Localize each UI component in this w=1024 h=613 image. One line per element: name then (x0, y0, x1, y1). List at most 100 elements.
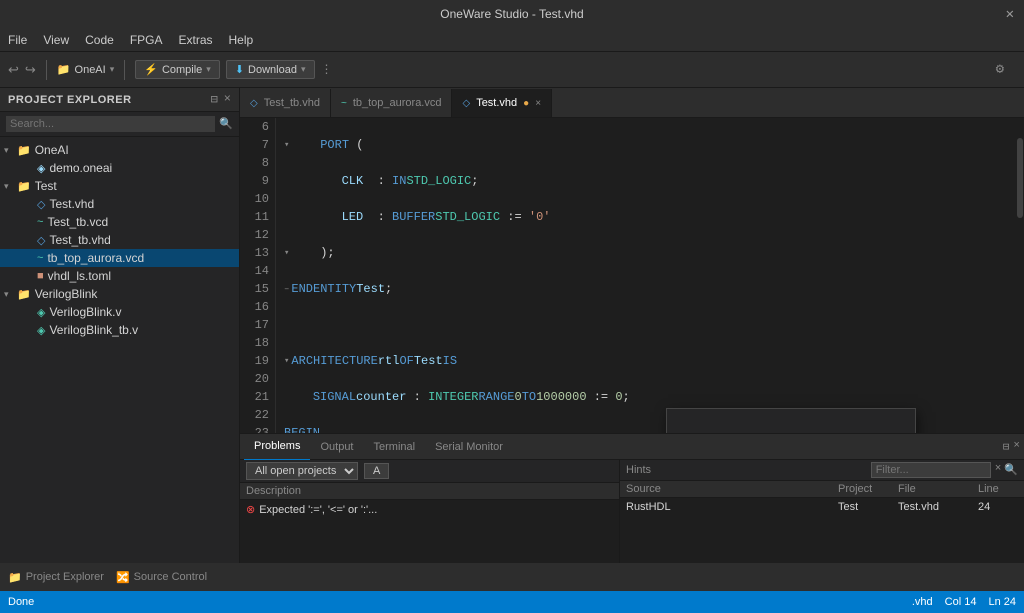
tree-label: vhdl_ls.toml (48, 269, 111, 283)
panel-close-icon[interactable]: × (1013, 440, 1020, 454)
problem-file: Test.vhd (898, 501, 978, 513)
problems-right-toolbar: Hints × 🔍 (620, 460, 1024, 481)
menu-code[interactable]: Code (85, 33, 114, 47)
line-numbers: 6 7 8 9 10 11 12 13 14 15 16 17 18 19 20… (240, 118, 276, 433)
bottom-tabs: Problems Output Terminal Serial Monitor … (240, 434, 1024, 460)
tree-item-test-vhd[interactable]: ◇ Test.vhd (0, 195, 239, 213)
folder-icon: 📁 (17, 180, 31, 193)
tree-item-test-tb-vhd[interactable]: ◇ Test_tb.vhd (0, 231, 239, 249)
menu-help[interactable]: Help (229, 33, 254, 47)
sidebar: PROJECT EXPLORER ⊟ × 🔍 ▾ 📁 OneAI ◈ demo.… (0, 88, 240, 563)
tree-item-test-folder[interactable]: ▾ 📁 Test (0, 177, 239, 195)
error-icon: ⊗ (246, 503, 255, 516)
tree-label: demo.oneai (49, 161, 112, 175)
gear-icon[interactable]: ⚙ (996, 61, 1004, 78)
undo-button[interactable]: ↩ (8, 62, 19, 78)
problem-source: RustHDL (626, 501, 838, 513)
tree-item-verilogblink-folder[interactable]: ▾ 📁 VerilogBlink (0, 285, 239, 303)
bottom-tab-problems[interactable]: Problems (244, 434, 310, 460)
activity-bar-bottom: 📁 Project Explorer 🔀 Source Control (0, 563, 1024, 591)
redo-button[interactable]: ↪ (25, 62, 36, 78)
compile-icon: ⚡ (144, 63, 158, 76)
tab-icon: ◇ (462, 98, 470, 109)
tree-label: VerilogBlink (35, 287, 98, 301)
status-ln: Ln 24 (988, 596, 1016, 608)
hints-label: Hints (626, 464, 651, 476)
autocomplete-popup[interactable]: ⚡ CLK ⚡ counter C C136 C C154 (666, 408, 916, 433)
bottom-tab-terminal[interactable]: Terminal (364, 434, 426, 460)
bottom-layout: All open projects A Description ⊗ Expect… (240, 460, 1024, 563)
tree-item-demo-oneai[interactable]: ◈ demo.oneai (0, 159, 239, 177)
filter-search-icon[interactable]: 🔍 (1004, 463, 1018, 477)
tree-item-oneai-folder[interactable]: ▾ 📁 OneAI (0, 141, 239, 159)
panel-pin-icon[interactable]: ⊟ (1003, 440, 1010, 454)
folder-icon: 📁 (17, 144, 31, 157)
scrollbar-right[interactable] (1016, 118, 1024, 433)
tree-item-tb-top-aurora[interactable]: ~ tb_top_aurora.vcd (0, 249, 239, 267)
tree-arrow: ▾ (4, 181, 14, 192)
project-explorer-label: Project Explorer (26, 571, 104, 583)
compile-button[interactable]: ⚡ Compile ▾ (135, 60, 220, 79)
tree-item-verilogblink-tb-v[interactable]: ◈ VerilogBlink_tb.v (0, 321, 239, 339)
tab-label: tb_top_aurora.vcd (353, 97, 442, 109)
tab-tb-top-aurora-vcd[interactable]: ~ tb_top_aurora.vcd (331, 89, 453, 117)
project-selector[interactable]: 📁 OneAI ▾ (57, 63, 114, 76)
tab-label: Test.vhd (476, 97, 517, 109)
problem-line: 24 (978, 501, 1018, 513)
source-control-label: Source Control (134, 571, 207, 583)
folder-icon: 📁 (17, 288, 31, 301)
code-editor[interactable]: 6 7 8 9 10 11 12 13 14 15 16 17 18 19 20… (240, 118, 1024, 433)
bottom-tab-output[interactable]: Output (310, 434, 363, 460)
status-ext: .vhd (912, 596, 933, 608)
tab-test-vhd[interactable]: ◇ Test.vhd ● × (452, 89, 552, 117)
editor-area: ◇ Test_tb.vhd ~ tb_top_aurora.vcd ◇ Test… (240, 88, 1024, 563)
tree-item-test-tb-vcd[interactable]: ~ Test_tb.vcd (0, 213, 239, 231)
toolbar-inner: ↩ ↪ 📁 OneAI ▾ ⚡ Compile ▾ ⬇ Download ▾ ⋮… (8, 60, 1016, 80)
code-line-6: ▾ PORT ( (284, 136, 1008, 154)
code-line-7: CLK : IN STD_LOGIC; (284, 172, 1008, 190)
tree-label: Test_tb.vhd (49, 233, 110, 247)
tree-item-vhdl-ls-toml[interactable]: ■ vhdl_ls.toml (0, 267, 239, 285)
sidebar-header: PROJECT EXPLORER ⊟ × (0, 88, 239, 112)
title-bar: OneWare Studio - Test.vhd ✕ (0, 0, 1024, 28)
code-line-12: ▾ARCHITECTURE rtl OF Test IS (284, 352, 1008, 370)
tree-label: OneAI (35, 143, 69, 157)
tab-close-button[interactable]: × (535, 98, 541, 109)
bottom-tab-serial-monitor[interactable]: Serial Monitor (425, 434, 513, 460)
sidebar-close-icon[interactable]: × (224, 92, 231, 107)
filter-input[interactable] (871, 462, 991, 478)
menu-extras[interactable]: Extras (179, 33, 213, 47)
filter-clear-icon[interactable]: × (995, 463, 1002, 477)
menu-file[interactable]: File (8, 33, 27, 47)
menu-view[interactable]: View (43, 33, 69, 47)
tree-label: VerilogBlink_tb.v (49, 323, 138, 337)
sidebar-collapse-icon[interactable]: ⊟ (211, 92, 218, 107)
activity-source-control[interactable]: 🔀 Source Control (116, 571, 207, 584)
problems-row[interactable]: ⊗ Expected ':=', '<=' or ':'... (240, 500, 619, 519)
problem-project: Test (838, 501, 898, 513)
toolbar: ↩ ↪ 📁 OneAI ▾ ⚡ Compile ▾ ⬇ Download ▾ ⋮… (0, 52, 1024, 88)
v-file-icon: ◈ (37, 324, 45, 337)
tree-arrow (24, 271, 34, 281)
scroll-thumb[interactable] (1017, 138, 1023, 218)
close-button[interactable]: ✕ (1006, 6, 1014, 23)
problems-scope-select[interactable]: All open projects (246, 462, 358, 480)
main-content: PROJECT EXPLORER ⊟ × 🔍 ▾ 📁 OneAI ◈ demo.… (0, 88, 1024, 563)
code-line-11 (284, 316, 1008, 334)
compile-label: Compile (162, 64, 202, 76)
code-content[interactable]: ▾ PORT ( CLK : IN STD_LOGIC; LED : BUFFE… (276, 118, 1016, 433)
toolbar-more[interactable]: ⋮ (321, 62, 333, 77)
search-input[interactable] (6, 116, 215, 132)
activity-project-explorer[interactable]: 📁 Project Explorer (8, 571, 104, 584)
tab-test-tb-vhd[interactable]: ◇ Test_tb.vhd (240, 89, 331, 117)
editor-tabs: ◇ Test_tb.vhd ~ tb_top_aurora.vcd ◇ Test… (240, 88, 1024, 118)
tree-item-verilogblink-v[interactable]: ◈ VerilogBlink.v (0, 303, 239, 321)
tab-label: Test_tb.vhd (264, 97, 320, 109)
status-done: Done (8, 596, 34, 608)
download-icon: ⬇ (235, 63, 244, 76)
sidebar-header-icons: ⊟ × (211, 92, 231, 107)
menu-fpga[interactable]: FPGA (130, 33, 163, 47)
problems-filter-button[interactable]: A (364, 463, 389, 479)
download-button[interactable]: ⬇ Download ▾ (226, 60, 315, 79)
status-col: Col 14 (945, 596, 977, 608)
